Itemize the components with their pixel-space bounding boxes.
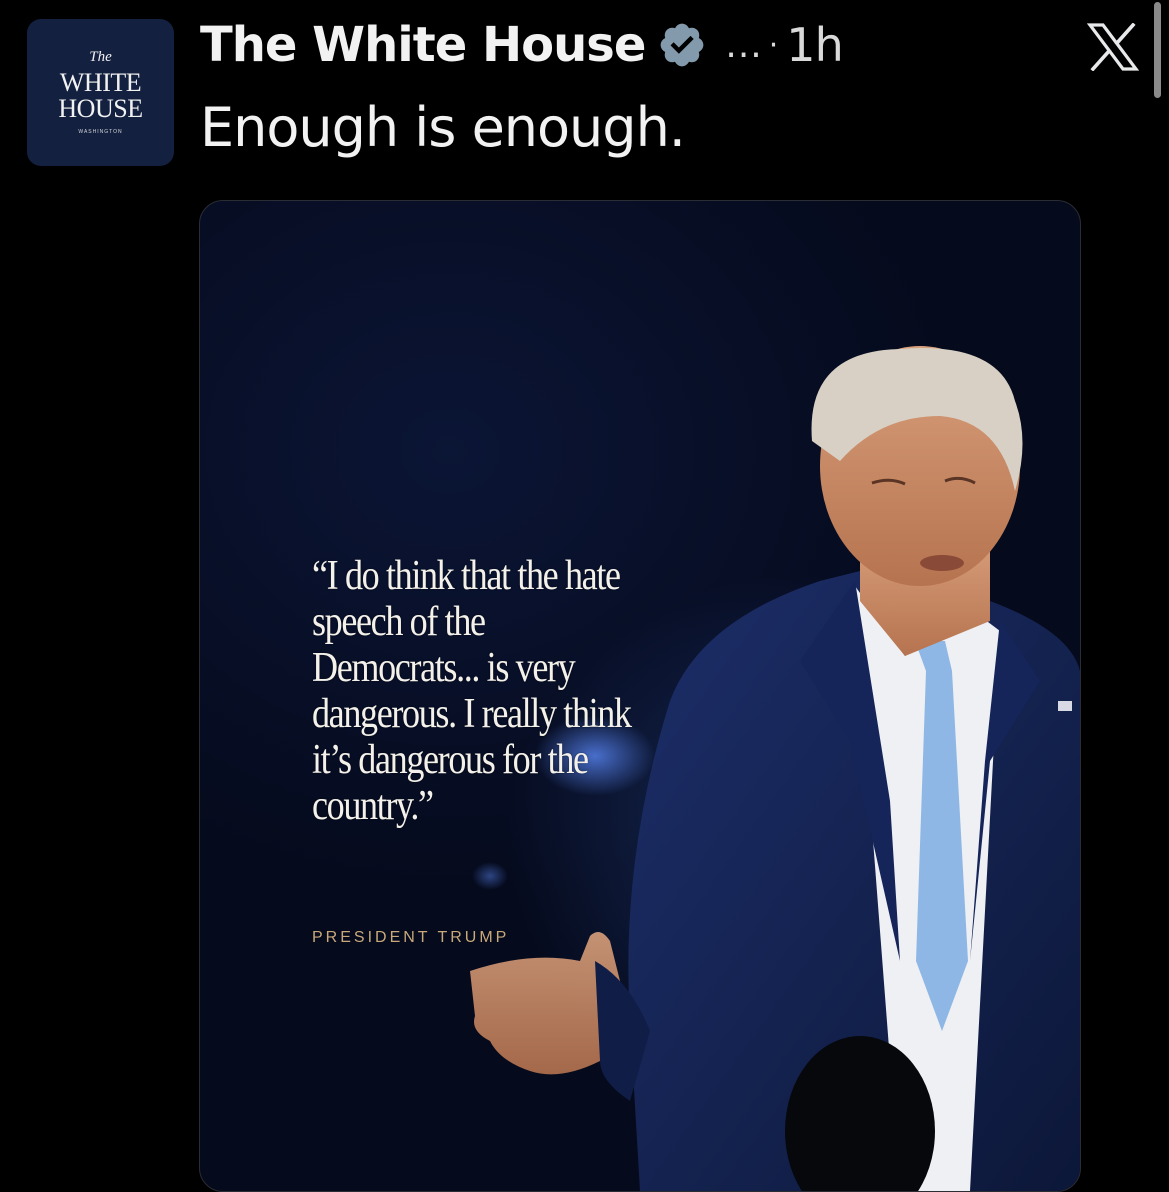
more-indicator[interactable]: ...: [725, 25, 762, 66]
tweet-header: The White House ... · 1h: [200, 10, 844, 80]
tweet-text: Enough is enough.: [200, 96, 686, 159]
quote-attribution: PRESIDENT TRUMP: [312, 929, 510, 946]
verified-badge-icon: [661, 23, 704, 67]
tweet-timestamp[interactable]: 1h: [786, 18, 843, 72]
avatar-text-white: WHITE: [59, 68, 142, 97]
avatar-text-the: The: [89, 49, 112, 65]
header-separator: ·: [768, 27, 779, 63]
avatar-text-house: HOUSE: [58, 94, 143, 123]
account-name[interactable]: The White House: [200, 17, 646, 73]
quote-text: “I do think that the hate speech of the …: [312, 553, 632, 829]
scrollbar[interactable]: [1154, 2, 1161, 98]
avatar-text-washington: WASHINGTON: [78, 129, 123, 135]
tweet-media-image[interactable]: “I do think that the hate speech of the …: [199, 200, 1081, 1192]
account-avatar[interactable]: The WHITE HOUSE WASHINGTON: [27, 19, 174, 166]
x-logo-icon: [1087, 23, 1139, 71]
